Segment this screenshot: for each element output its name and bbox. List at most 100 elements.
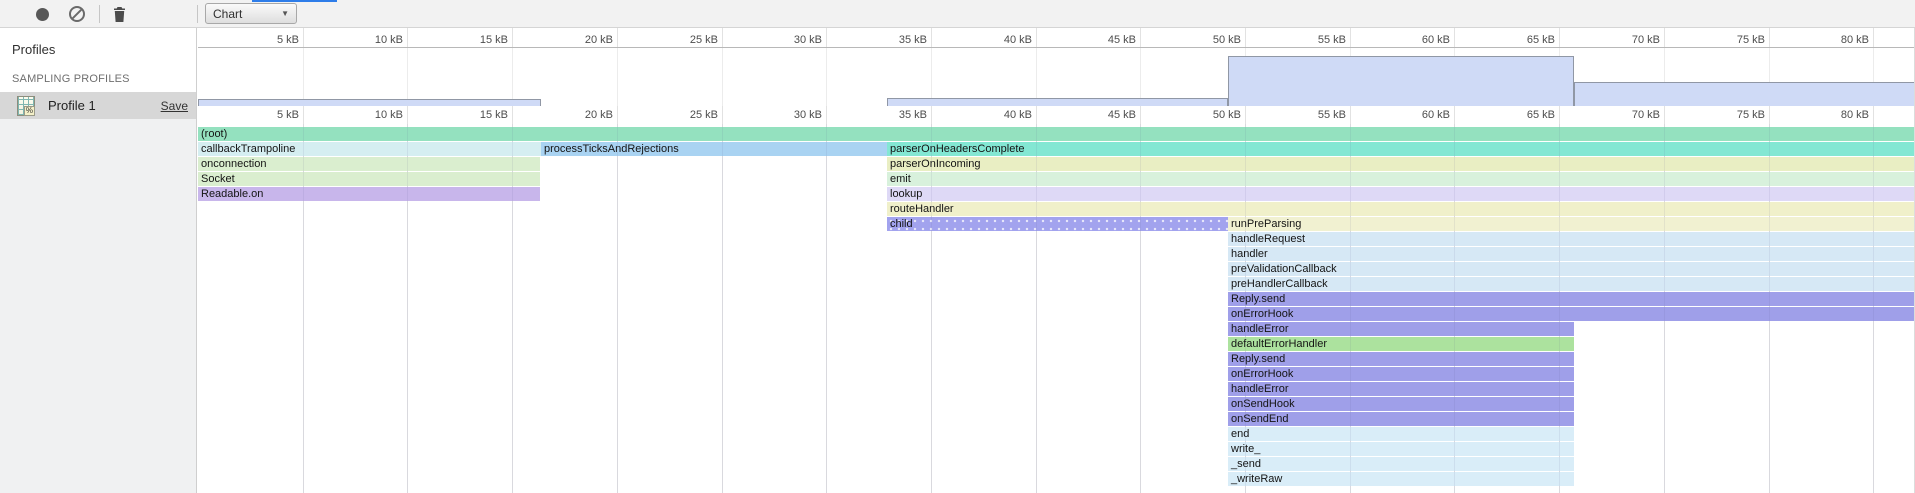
flame-chart: (root)callbackTrampolineprocessTicksAndR… (198, 124, 1914, 493)
axis-tick-label: 25 kB (690, 34, 722, 46)
axis-tick-label: 70 kB (1632, 34, 1664, 46)
flame-bar[interactable]: Reply.send (1228, 352, 1574, 366)
flame-bar[interactable]: onErrorHook (1228, 307, 1914, 321)
flame-bar[interactable]: onSendHook (1228, 397, 1574, 411)
flame-bar[interactable]: child (887, 217, 1228, 231)
flame-bar[interactable]: callbackTrampoline (198, 142, 541, 156)
axis-tick-label: 80 kB (1841, 34, 1873, 46)
axis-tick-label: 5 kB (277, 109, 303, 121)
flame-bar[interactable]: runPreParsing (1228, 217, 1914, 231)
axis-tick-label: 50 kB (1213, 109, 1245, 121)
axis-tick-label: 45 kB (1108, 34, 1140, 46)
gridline (1036, 124, 1037, 493)
flame-bar[interactable]: end (1228, 427, 1574, 441)
flame-bar[interactable]: handler (1228, 247, 1914, 261)
axis-tick-label: 75 kB (1737, 109, 1769, 121)
gridline (407, 48, 408, 106)
gridline (722, 28, 723, 47)
flame-bar[interactable]: handleRequest (1228, 232, 1914, 246)
axis-tick-label: 60 kB (1422, 34, 1454, 46)
flame-bar[interactable]: write_ (1228, 442, 1574, 456)
overview-pane[interactable] (198, 47, 1914, 106)
gridline (512, 106, 513, 124)
axis-bottom: 5 kB10 kB15 kB20 kB25 kB30 kB35 kB40 kB4… (198, 106, 1914, 124)
sampling-profiles-heading: SAMPLING PROFILES (12, 73, 196, 85)
flame-bar[interactable]: parserOnIncoming (887, 157, 1914, 171)
axis-tick-label: 25 kB (690, 109, 722, 121)
gridline (826, 106, 827, 124)
gridline (1873, 124, 1874, 493)
gridline (931, 106, 932, 124)
gridline (1350, 28, 1351, 47)
sidebar-title: Profiles (12, 42, 196, 57)
sidebar-filler (0, 119, 196, 493)
toolbar: Chart ▼ (0, 0, 1915, 28)
axis-tick-label: 5 kB (277, 34, 303, 46)
flame-bar[interactable]: preValidationCallback (1228, 262, 1914, 276)
flame-bar[interactable]: onSendEnd (1228, 412, 1574, 426)
flame-bar[interactable]: _send (1228, 457, 1574, 471)
gridline (931, 124, 932, 493)
overview-segment[interactable] (1228, 56, 1574, 106)
view-select-value: Chart (213, 7, 277, 21)
flame-bar[interactable]: processTicksAndRejections (541, 142, 887, 156)
axis-tick-label: 75 kB (1737, 34, 1769, 46)
axis-tick-label: 35 kB (899, 109, 931, 121)
flame-bar[interactable]: defaultErrorHandler (1228, 337, 1574, 351)
overview-segment[interactable] (1574, 82, 1914, 106)
delete-profile-button[interactable] (110, 0, 128, 28)
save-profile-link[interactable]: Save (161, 99, 188, 113)
gridline (1245, 106, 1246, 124)
gridline (826, 124, 827, 493)
gridline (1873, 28, 1874, 47)
overview-segment[interactable] (887, 98, 1228, 106)
gridline (617, 28, 618, 47)
flame-bar[interactable]: Readable.on (198, 187, 540, 201)
overview-segment[interactable] (198, 99, 541, 106)
gridline (722, 106, 723, 124)
flame-bar[interactable]: _writeRaw (1228, 472, 1574, 486)
gridline (303, 106, 304, 124)
gridline (303, 28, 304, 47)
axis-tick-label: 70 kB (1632, 109, 1664, 121)
gridline (1140, 124, 1141, 493)
flame-bar[interactable]: handleError (1228, 382, 1574, 396)
gridline (617, 124, 618, 493)
gridline (512, 124, 513, 493)
gridline (512, 48, 513, 106)
gridline (1140, 106, 1141, 124)
axis-tick-label: 50 kB (1213, 34, 1245, 46)
gridline (1454, 28, 1455, 47)
flame-bar[interactable]: handleError (1228, 322, 1574, 336)
gridline (407, 124, 408, 493)
circle-slash-icon (69, 6, 85, 22)
gridline (617, 48, 618, 106)
profile-list-item[interactable]: % Profile 1 Save (0, 92, 196, 119)
toolbar-divider (197, 5, 198, 23)
gridline (1664, 28, 1665, 47)
chart-view-select[interactable]: Chart ▼ (205, 3, 297, 24)
flame-bar[interactable]: routeHandler (887, 202, 1914, 216)
gridline (1559, 124, 1560, 493)
flame-bar[interactable]: Socket (198, 172, 540, 186)
flame-bar[interactable]: lookup (887, 187, 1914, 201)
flame-chart-pane: 5 kB10 kB15 kB20 kB25 kB30 kB35 kB40 kB4… (198, 28, 1915, 493)
axis-tick-label: 15 kB (480, 34, 512, 46)
axis-tick-label: 30 kB (794, 109, 826, 121)
gridline (1036, 106, 1037, 124)
flame-bar[interactable]: parserOnHeadersComplete (887, 142, 1914, 156)
gridline (1140, 28, 1141, 47)
gridline (1664, 124, 1665, 493)
record-button[interactable] (33, 0, 51, 28)
flame-bar[interactable]: (root) (198, 127, 1914, 141)
profile-name: Profile 1 (48, 98, 161, 113)
clear-profiles-button[interactable] (68, 0, 86, 28)
flame-bar[interactable]: Reply.send (1228, 292, 1914, 306)
axis-tick-label: 80 kB (1841, 109, 1873, 121)
flame-bar[interactable]: preHandlerCallback (1228, 277, 1914, 291)
axis-tick-label: 15 kB (480, 109, 512, 121)
flame-bar[interactable]: emit (887, 172, 1914, 186)
axis-tick-label: 10 kB (375, 109, 407, 121)
flame-bar[interactable]: onErrorHook (1228, 367, 1574, 381)
flame-bar[interactable]: onconnection (198, 157, 540, 171)
